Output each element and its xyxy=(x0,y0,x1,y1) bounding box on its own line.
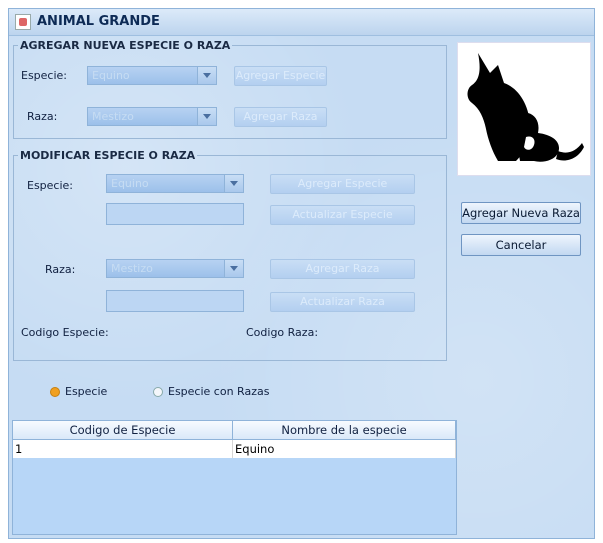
modificar-especie-combo-value: Equino xyxy=(111,177,149,190)
agregar-especie-label: Especie: xyxy=(21,69,68,82)
java-app-icon xyxy=(15,14,31,30)
modificar-raza-label: Raza: xyxy=(45,263,76,276)
agregar-especie-button[interactable]: Agregar Especie xyxy=(234,66,327,86)
cancelar-button[interactable]: Cancelar xyxy=(461,234,581,256)
species-table[interactable]: Codigo de Especie Nombre de la especie 1… xyxy=(12,420,457,535)
agregar-section: AGREGAR NUEVA ESPECIE O RAZA xyxy=(13,39,447,139)
agregar-raza-combo[interactable]: Mestizo xyxy=(87,107,217,126)
filter-radio-group: Especie Especie con Razas xyxy=(17,375,449,409)
table-header: Codigo de Especie Nombre de la especie xyxy=(13,421,456,440)
chevron-down-icon[interactable] xyxy=(197,108,216,125)
modificar-especie-combo[interactable]: Equino xyxy=(106,174,244,193)
actualizar-raza-button[interactable]: Actualizar Raza xyxy=(270,292,415,312)
table-cell-nombre: Equino xyxy=(233,440,456,458)
modificar-agregar-especie-button[interactable]: Agregar Especie xyxy=(270,174,415,194)
title-bar: ANIMAL GRANDE xyxy=(9,9,594,36)
agregar-raza-combo-value: Mestizo xyxy=(92,110,134,123)
modificar-especie-label: Especie: xyxy=(27,179,74,192)
raza-name-field[interactable] xyxy=(106,290,244,312)
radio-especie[interactable] xyxy=(50,387,60,397)
window-title: ANIMAL GRANDE xyxy=(37,14,160,29)
dog-cat-silhouette-logo xyxy=(457,42,591,176)
agregar-especie-combo[interactable]: Equino xyxy=(87,66,217,85)
agregar-raza-label: Raza: xyxy=(27,110,58,123)
table-row[interactable]: 1 Equino xyxy=(13,440,456,458)
actualizar-especie-button[interactable]: Actualizar Especie xyxy=(270,205,415,225)
chevron-down-icon[interactable] xyxy=(224,175,243,192)
modificar-raza-combo[interactable]: Mestizo xyxy=(106,259,244,278)
especie-name-field[interactable] xyxy=(106,203,244,225)
column-header-nombre[interactable]: Nombre de la especie xyxy=(233,421,456,439)
codigo-especie-label: Codigo Especie: xyxy=(21,326,109,339)
modificar-raza-combo-value: Mestizo xyxy=(111,262,153,275)
radio-especie-con-razas[interactable] xyxy=(153,387,163,397)
main-window: ANIMAL GRANDE AGREGAR NUEVA ESPECIE O RA… xyxy=(8,8,595,539)
chevron-down-icon[interactable] xyxy=(197,67,216,84)
radio-especie-con-razas-label[interactable]: Especie con Razas xyxy=(168,385,269,398)
agregar-especie-combo-value: Equino xyxy=(92,69,130,82)
modificar-legend: MODIFICAR ESPECIE O RAZA xyxy=(20,149,196,162)
column-header-codigo[interactable]: Codigo de Especie xyxy=(13,421,233,439)
chevron-down-icon[interactable] xyxy=(224,260,243,277)
codigo-raza-label: Codigo Raza: xyxy=(246,326,319,339)
agregar-legend: AGREGAR NUEVA ESPECIE O RAZA xyxy=(20,39,231,52)
table-cell-codigo: 1 xyxy=(13,440,233,458)
agregar-nueva-raza-button[interactable]: Agregar Nueva Raza xyxy=(461,202,581,224)
radio-especie-label[interactable]: Especie xyxy=(65,385,107,398)
agregar-raza-button[interactable]: Agregar Raza xyxy=(234,107,327,127)
modificar-agregar-raza-button[interactable]: Agregar Raza xyxy=(270,259,415,279)
